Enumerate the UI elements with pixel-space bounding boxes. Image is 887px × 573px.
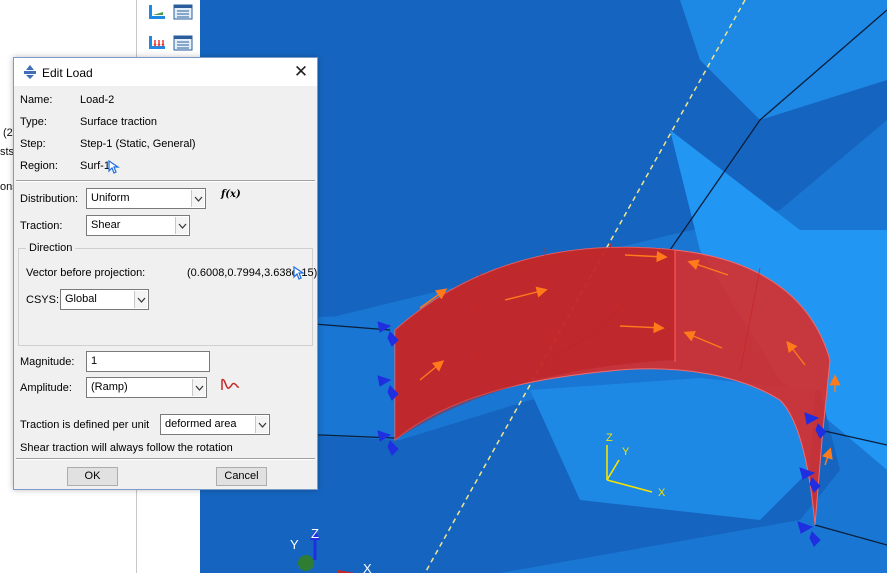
main-triad-z-label: Z — [311, 526, 319, 541]
step-value: Step-1 (Static, General) — [80, 138, 196, 150]
csys-value: Global — [65, 293, 97, 305]
shear-note: Shear traction will always follow the ro… — [20, 442, 233, 454]
distribution-select[interactable]: Uniform — [86, 188, 206, 209]
dialog-title: Edit Load — [42, 66, 93, 80]
csys-select[interactable]: Global — [60, 289, 149, 310]
ok-button[interactable]: OK — [67, 467, 118, 486]
traction-label: Traction: — [20, 220, 63, 232]
type-label: Type: — [20, 116, 47, 128]
direction-group-title: Direction — [26, 242, 76, 254]
magnitude-label: Magnitude: — [20, 356, 75, 368]
traction-select[interactable]: Shear — [86, 215, 190, 236]
chevron-down-icon — [134, 291, 147, 308]
load-manager-icon[interactable] — [172, 2, 194, 22]
magnitude-input[interactable]: 1 — [86, 351, 210, 372]
step-row: Step: Step-1 (Static, General) — [20, 138, 196, 150]
chevron-down-icon — [175, 217, 188, 234]
separator — [16, 458, 315, 460]
chevron-down-icon — [191, 190, 204, 207]
main-triad-x-label: X — [363, 561, 372, 573]
csys-label: CSYS: — [26, 294, 60, 306]
fx-button[interactable]: f(x) — [221, 189, 241, 200]
cancel-button[interactable]: Cancel — [216, 467, 267, 486]
per-unit-value: deformed area — [165, 418, 237, 430]
region-row: Region: Surf-1 — [20, 160, 110, 172]
vector-label: Vector before projection: — [26, 267, 146, 279]
chevron-down-icon — [192, 379, 205, 396]
load-icon — [24, 65, 36, 79]
triad-x-label: X — [658, 487, 666, 499]
distribution-label: Distribution: — [20, 193, 79, 205]
amplitude-curve-icon[interactable] — [220, 376, 240, 394]
triad-y-label: Y — [622, 446, 630, 458]
region-value: Surf-1 — [80, 160, 110, 172]
per-unit-label: Traction is defined per unit — [20, 419, 150, 431]
main-triad-y-label: Y — [290, 537, 299, 552]
step-label: Step: — [20, 138, 46, 150]
amplitude-label: Amplitude: — [20, 382, 72, 394]
tree-cut-text-2: sts — [0, 146, 15, 158]
name-label: Name: — [20, 94, 53, 106]
region-select-cursor-icon[interactable] — [108, 160, 120, 174]
chevron-down-icon — [255, 416, 268, 433]
vector-select-cursor-icon[interactable] — [293, 266, 305, 280]
magnitude-value: 1 — [91, 355, 98, 367]
triad-z-label: Z — [606, 432, 613, 444]
traction-value: Shear — [91, 219, 121, 231]
close-button[interactable]: ✕ — [291, 62, 311, 82]
name-value: Load-2 — [80, 94, 115, 106]
per-unit-select[interactable]: deformed area — [160, 414, 270, 435]
dialog-titlebar[interactable]: Edit Load ✕ — [14, 58, 317, 86]
separator — [16, 180, 315, 182]
surface-edit-icon[interactable] — [146, 2, 168, 22]
region-label: Region: — [20, 160, 58, 172]
bc-create-icon[interactable] — [146, 33, 168, 53]
bc-manager-icon[interactable] — [172, 33, 194, 53]
type-value: Surface traction — [80, 116, 158, 128]
edit-load-dialog: Edit Load ✕ Name: Load-2 Type: Surface t… — [13, 57, 318, 490]
type-row: Type: Surface traction — [20, 116, 157, 128]
amplitude-select[interactable]: (Ramp) — [86, 377, 207, 398]
distribution-value: Uniform — [91, 192, 130, 204]
name-row: Name: Load-2 — [20, 94, 114, 106]
amplitude-value: (Ramp) — [91, 381, 128, 393]
